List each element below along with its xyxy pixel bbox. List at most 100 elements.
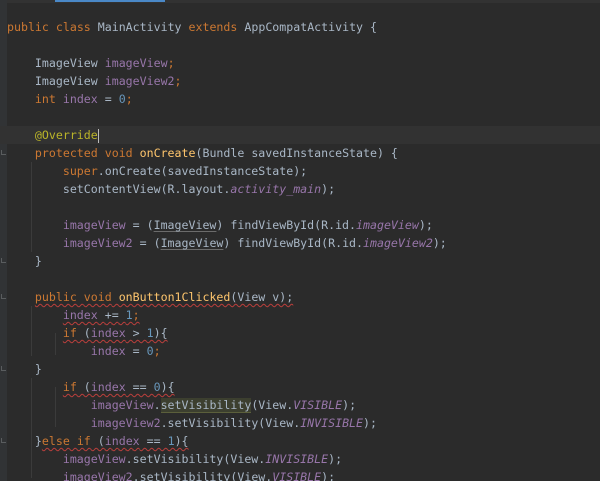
keyword: public bbox=[7, 20, 49, 34]
statement-text: = ( bbox=[125, 218, 154, 232]
field-name: imageView bbox=[62, 218, 126, 232]
code-line-statement[interactable]: imageView2 = (ImageView) findViewById(R.… bbox=[0, 234, 600, 252]
code-line-class-declaration[interactable]: public class MainActivity extends AppCom… bbox=[0, 18, 600, 36]
statement-text: .setVisibility(View. bbox=[132, 470, 273, 481]
field-name: index bbox=[90, 380, 126, 394]
code-area[interactable]: public class MainActivity extends AppCom… bbox=[0, 0, 600, 481]
type-name: ImageView bbox=[34, 56, 98, 70]
code-line-method-declaration[interactable]: public void onButton1Clicked(View v); bbox=[0, 288, 600, 306]
operator: == bbox=[125, 380, 154, 394]
field-name: imageView2 bbox=[104, 74, 175, 88]
code-line-field[interactable]: ImageView imageView2; bbox=[0, 72, 600, 90]
statement-text: ); bbox=[328, 452, 343, 466]
field-name: index bbox=[62, 308, 98, 322]
statement-text: ); bbox=[321, 470, 336, 481]
statement-text: ( bbox=[76, 326, 91, 340]
method-name: onCreate bbox=[139, 146, 196, 160]
keyword: void bbox=[104, 146, 133, 160]
field-name: imageView bbox=[90, 398, 154, 412]
class-name: MainActivity bbox=[97, 20, 182, 34]
static-field: INVISIBLE bbox=[300, 416, 364, 430]
code-line-if[interactable]: if (index > 1){ bbox=[0, 324, 600, 342]
number-literal: 1 bbox=[125, 308, 133, 322]
keyword: class bbox=[55, 20, 91, 34]
brace: } bbox=[34, 434, 42, 448]
statement-text: . bbox=[153, 398, 161, 412]
statement-text: ){ bbox=[160, 380, 175, 394]
keyword: super bbox=[62, 164, 98, 178]
number-literal: 0 bbox=[146, 344, 154, 358]
code-line-statement[interactable]: index += 1; bbox=[0, 306, 600, 324]
statement-text: ) findViewById(R.id. bbox=[216, 218, 357, 232]
code-line-statement[interactable]: imageView.setVisibility(View.VISIBLE); bbox=[0, 396, 600, 414]
code-line-annotation[interactable]: @Override bbox=[0, 126, 600, 144]
text-caret bbox=[97, 128, 99, 143]
statement-text: ( bbox=[76, 380, 91, 394]
number-literal: 1 bbox=[167, 434, 175, 448]
field-name: index bbox=[104, 434, 140, 448]
field-name: index bbox=[90, 344, 126, 358]
statement-text: .setVisibility(View. bbox=[160, 416, 301, 430]
code-line-closing-brace[interactable]: } bbox=[0, 252, 600, 270]
operator: += bbox=[97, 308, 126, 322]
field-name: imageView2 bbox=[90, 416, 161, 430]
method-name: onButton1Clicked bbox=[118, 290, 231, 304]
number-literal: 0 bbox=[153, 380, 161, 394]
field-name: imageView2 bbox=[62, 236, 133, 250]
operator: = bbox=[97, 92, 119, 106]
code-editor[interactable]: public class MainActivity extends AppCom… bbox=[0, 0, 600, 481]
code-line-field[interactable]: int index = 0; bbox=[0, 90, 600, 108]
brace: } bbox=[34, 362, 42, 376]
field-name: imageView bbox=[104, 56, 168, 70]
highlighted-method-call: setVisibility bbox=[160, 398, 252, 413]
brace: } bbox=[34, 254, 42, 268]
keyword: protected bbox=[34, 146, 98, 160]
operator: == bbox=[139, 434, 168, 448]
keyword: if bbox=[62, 326, 77, 340]
statement-text: .onCreate(savedInstanceState); bbox=[97, 164, 308, 178]
code-line-statement[interactable]: index = 0; bbox=[0, 342, 600, 360]
semicolon: ; bbox=[153, 344, 161, 358]
code-line-statement[interactable]: setContentView(R.layout.activity_main); bbox=[0, 180, 600, 198]
statement-text: setContentView(R.layout. bbox=[62, 182, 231, 196]
code-line-closing-brace[interactable]: } bbox=[0, 360, 600, 378]
semicolon: ; bbox=[174, 74, 182, 88]
statement-text: ); bbox=[363, 416, 377, 430]
redundant-cast: ImageView bbox=[160, 236, 224, 250]
redundant-cast: ImageView bbox=[153, 218, 217, 232]
code-line-statement[interactable]: super.onCreate(savedInstanceState); bbox=[0, 162, 600, 180]
number-literal: 0 bbox=[118, 92, 126, 106]
keyword: if bbox=[76, 434, 91, 448]
statement-text: .setVisibility(View. bbox=[125, 452, 266, 466]
code-line-method-declaration[interactable]: protected void onCreate(Bundle savedInst… bbox=[0, 144, 600, 162]
keyword: if bbox=[62, 380, 77, 394]
statement-text: = ( bbox=[132, 236, 161, 250]
static-field: INVISIBLE bbox=[265, 452, 329, 466]
semicolon: ; bbox=[125, 92, 133, 106]
code-line-statement[interactable]: imageView2.setVisibility(View.INVISIBLE)… bbox=[0, 414, 600, 432]
static-field: VISIBLE bbox=[293, 398, 343, 412]
static-field: VISIBLE bbox=[272, 470, 322, 481]
code-line-if[interactable]: if (index == 0){ bbox=[0, 378, 600, 396]
code-line-field[interactable]: ImageView imageView; bbox=[0, 54, 600, 72]
code-line-else-if[interactable]: }else if (index == 1){ bbox=[0, 432, 600, 450]
operator: = bbox=[125, 344, 147, 358]
code-line-statement[interactable]: imageView = (ImageView) findViewById(R.i… bbox=[0, 216, 600, 234]
number-literal: 1 bbox=[146, 326, 154, 340]
parameters: (Bundle savedInstanceState) { bbox=[195, 146, 398, 160]
keyword: void bbox=[83, 290, 112, 304]
keyword: public bbox=[34, 290, 77, 304]
statement-text: ){ bbox=[174, 434, 189, 448]
statement-text: ); bbox=[432, 236, 447, 250]
code-line-statement[interactable]: imageView2.setVisibility(View.VISIBLE); bbox=[0, 468, 600, 481]
keyword: int bbox=[34, 92, 56, 106]
static-field: activity_main bbox=[230, 182, 322, 196]
statement-text: ( bbox=[90, 434, 105, 448]
semicolon: ; bbox=[132, 308, 140, 322]
keyword: extends bbox=[188, 20, 238, 34]
type-name: ImageView bbox=[34, 74, 98, 88]
field-name: index bbox=[90, 326, 126, 340]
statement-text: (View. bbox=[251, 398, 294, 412]
code-line-statement[interactable]: imageView.setVisibility(View.INVISIBLE); bbox=[0, 450, 600, 468]
statement-text: ); bbox=[342, 398, 357, 412]
